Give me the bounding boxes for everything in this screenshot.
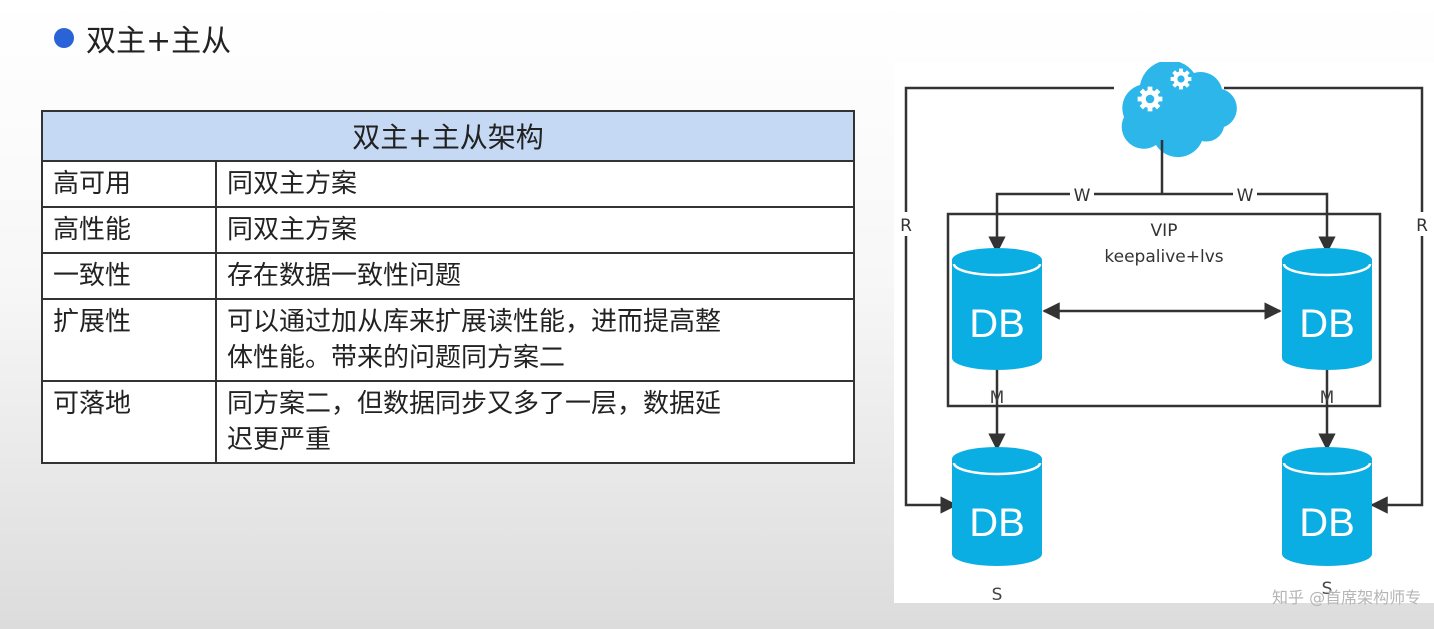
write-label-right: W bbox=[1237, 186, 1254, 206]
architecture-diagram: VIP keepalive+lvs W W R R DB DB DB DB M … bbox=[894, 62, 1434, 603]
row-value: 同双主方案 bbox=[215, 160, 855, 208]
row-value-line-2: 迟更严重 bbox=[227, 425, 332, 455]
read-label-right: R bbox=[1416, 216, 1428, 236]
db-master-left: DB bbox=[952, 248, 1042, 370]
table-row: 一致性 存在数据一致性问题 bbox=[41, 252, 855, 300]
diagram-svg: VIP keepalive+lvs W W R R DB DB DB DB M … bbox=[896, 62, 1432, 603]
watermark: 知乎 @首席架构师专 bbox=[1272, 588, 1422, 607]
table-row: 高性能 同双主方案 bbox=[41, 206, 855, 254]
architecture-table: 双主+主从架构 高可用 同双主方案 高性能 同双主方案 一致性 存在数据一致性问… bbox=[41, 110, 855, 464]
db-slave-left: DB bbox=[952, 447, 1042, 566]
db-label: DB bbox=[969, 501, 1025, 545]
table-row: 高可用 同双主方案 bbox=[41, 160, 855, 208]
table-row: 可落地 同方案二，但数据同步又多了一层，数据延 迟更严重 bbox=[41, 380, 855, 464]
row-value-line-1: 可以通过加从库来扩展读性能，进而提高整 bbox=[227, 307, 722, 337]
row-value-line-2: 体性能。带来的问题同方案二 bbox=[227, 343, 566, 373]
db-label: DB bbox=[969, 302, 1025, 346]
vip-sub-label: keepalive+lvs bbox=[1104, 247, 1223, 267]
row-label: 扩展性 bbox=[41, 298, 217, 382]
row-label: 高可用 bbox=[41, 160, 217, 208]
slave-label-left: S bbox=[992, 585, 1003, 603]
master-label-right: M bbox=[1320, 388, 1335, 408]
row-label: 可落地 bbox=[41, 380, 217, 464]
master-label-left: M bbox=[990, 388, 1005, 408]
heading-row: 双主+主从 bbox=[54, 18, 232, 59]
row-label: 高性能 bbox=[41, 206, 217, 254]
table-row: 扩展性 可以通过加从库来扩展读性能，进而提高整 体性能。带来的问题同方案二 bbox=[41, 298, 855, 382]
row-value: 可以通过加从库来扩展读性能，进而提高整 体性能。带来的问题同方案二 bbox=[215, 298, 855, 382]
db-label: DB bbox=[1299, 302, 1355, 346]
row-label: 一致性 bbox=[41, 252, 217, 300]
db-slave-right: DB bbox=[1282, 447, 1372, 566]
page-heading: 双主+主从 bbox=[86, 24, 232, 59]
table-header-row: 双主+主从架构 bbox=[41, 110, 855, 162]
db-master-right: DB bbox=[1282, 248, 1372, 370]
write-label-left: W bbox=[1074, 186, 1091, 206]
row-value: 同双主方案 bbox=[215, 206, 855, 254]
row-value: 存在数据一致性问题 bbox=[215, 252, 855, 300]
bullet-icon bbox=[54, 28, 74, 48]
row-value: 同方案二，但数据同步又多了一层，数据延 迟更严重 bbox=[215, 380, 855, 464]
read-label-left: R bbox=[900, 216, 912, 236]
db-label: DB bbox=[1299, 501, 1355, 545]
vip-label: VIP bbox=[1151, 221, 1178, 241]
row-value-line-1: 同方案二，但数据同步又多了一层，数据延 bbox=[227, 389, 722, 419]
cloud-icon bbox=[1121, 62, 1237, 158]
table-title: 双主+主从架构 bbox=[41, 110, 855, 162]
